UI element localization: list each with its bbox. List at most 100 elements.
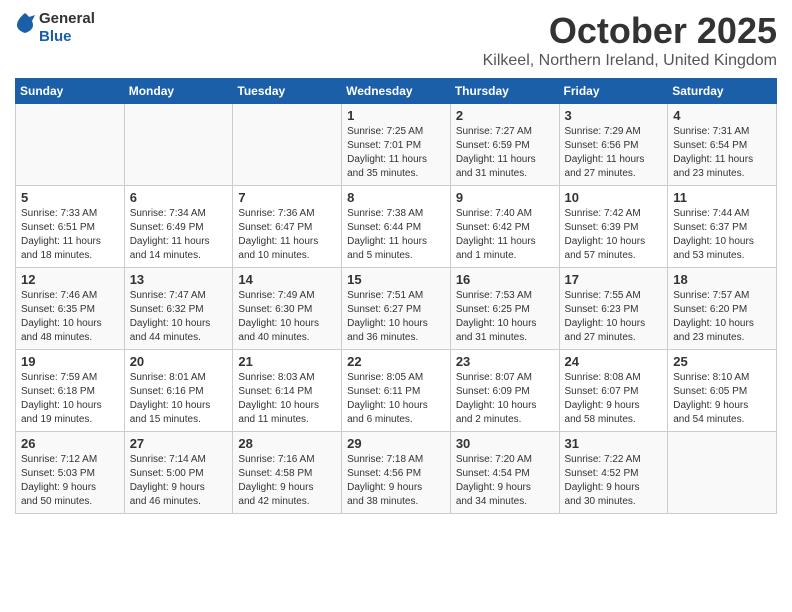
day-info: Sunrise: 8:05 AM Sunset: 6:11 PM Dayligh… — [347, 371, 445, 427]
calendar-cell: 11 Sunrise: 7:44 AM Sunset: 6:37 PM Dayli… — [668, 186, 777, 268]
calendar-cell: 28Sunrise: 7:16 AM Sunset: 4:58 PM Dayli… — [233, 432, 342, 514]
page-container: General Blue October 2025 Kilkeel, North… — [0, 0, 792, 524]
calendar-week-0: 1Sunrise: 7:25 AM Sunset: 7:01 PM Daylig… — [16, 104, 777, 186]
calendar-cell: 17 Sunrise: 7:55 AM Sunset: 6:23 PM Dayli… — [559, 268, 668, 350]
calendar-cell — [233, 104, 342, 186]
calendar-cell: 9 Sunrise: 7:40 AM Sunset: 6:42 PM Daylig… — [450, 186, 559, 268]
calendar-week-3: 19Sunrise: 7:59 AM Sunset: 6:18 PM Dayli… — [16, 350, 777, 432]
day-number: 23 — [456, 354, 554, 369]
day-info: Sunrise: 7:14 AM Sunset: 5:00 PM Dayligh… — [130, 453, 228, 509]
calendar-week-1: 5 Sunrise: 7:33 AM Sunset: 6:51 PM Daylig… — [16, 186, 777, 268]
day-info: Sunrise: 7:18 AM Sunset: 4:56 PM Dayligh… — [347, 453, 445, 509]
day-number: 9 — [456, 190, 554, 205]
weekday-header-tuesday: Tuesday — [233, 79, 342, 104]
day-info: Sunrise: 7:27 AM Sunset: 6:59 PM Dayligh… — [456, 125, 554, 181]
day-number: 10 — [565, 190, 663, 205]
calendar-cell: 12Sunrise: 7:46 AM Sunset: 6:35 PM Dayli… — [16, 268, 125, 350]
title-area: October 2025 Kilkeel, Northern Ireland, … — [483, 10, 777, 70]
weekday-header-sunday: Sunday — [16, 79, 125, 104]
calendar-cell: 6Sunrise: 7:34 AM Sunset: 6:49 PM Daylig… — [124, 186, 233, 268]
day-number: 29 — [347, 436, 445, 451]
calendar-cell: 27 Sunrise: 7:14 AM Sunset: 5:00 PM Dayli… — [124, 432, 233, 514]
day-info: Sunrise: 7:53 AM Sunset: 6:25 PM Dayligh… — [456, 289, 554, 345]
calendar-body: 1Sunrise: 7:25 AM Sunset: 7:01 PM Daylig… — [16, 104, 777, 514]
day-info: Sunrise: 7:22 AM Sunset: 4:52 PM Dayligh… — [565, 453, 663, 509]
day-number: 20 — [130, 354, 228, 369]
day-number: 30 — [456, 436, 554, 451]
calendar-cell — [16, 104, 125, 186]
calendar-cell: 4 Sunrise: 7:31 AM Sunset: 6:54 PM Daylig… — [668, 104, 777, 186]
day-number: 17 — [565, 272, 663, 287]
weekday-header-wednesday: Wednesday — [342, 79, 451, 104]
calendar-cell: 10 Sunrise: 7:42 AM Sunset: 6:39 PM Dayli… — [559, 186, 668, 268]
day-number: 3 — [565, 108, 663, 123]
calendar-cell: 31 Sunrise: 7:22 AM Sunset: 4:52 PM Dayli… — [559, 432, 668, 514]
month-title: October 2025 — [483, 10, 777, 52]
calendar-cell — [124, 104, 233, 186]
logo-general: General — [39, 10, 95, 28]
header: General Blue October 2025 Kilkeel, North… — [15, 10, 777, 70]
day-info: Sunrise: 7:20 AM Sunset: 4:54 PM Dayligh… — [456, 453, 554, 509]
calendar-table: SundayMondayTuesdayWednesdayThursdayFrid… — [15, 78, 777, 514]
day-info: Sunrise: 7:33 AM Sunset: 6:51 PM Dayligh… — [21, 207, 119, 263]
calendar-cell: 26 Sunrise: 7:12 AM Sunset: 5:03 PM Dayli… — [16, 432, 125, 514]
calendar-cell: 15Sunrise: 7:51 AM Sunset: 6:27 PM Dayli… — [342, 268, 451, 350]
day-number: 16 — [456, 272, 554, 287]
day-info: Sunrise: 7:46 AM Sunset: 6:35 PM Dayligh… — [21, 289, 119, 345]
day-info: Sunrise: 7:31 AM Sunset: 6:54 PM Dayligh… — [673, 125, 771, 181]
calendar-cell: 14 Sunrise: 7:49 AM Sunset: 6:30 PM Dayli… — [233, 268, 342, 350]
day-number: 24 — [565, 354, 663, 369]
weekday-header-saturday: Saturday — [668, 79, 777, 104]
calendar-cell: 8 Sunrise: 7:38 AM Sunset: 6:44 PM Daylig… — [342, 186, 451, 268]
day-number: 8 — [347, 190, 445, 205]
day-info: Sunrise: 7:55 AM Sunset: 6:23 PM Dayligh… — [565, 289, 663, 345]
day-info: Sunrise: 7:12 AM Sunset: 5:03 PM Dayligh… — [21, 453, 119, 509]
weekday-header-row: SundayMondayTuesdayWednesdayThursdayFrid… — [16, 79, 777, 104]
day-info: Sunrise: 8:07 AM Sunset: 6:09 PM Dayligh… — [456, 371, 554, 427]
calendar-week-2: 12Sunrise: 7:46 AM Sunset: 6:35 PM Dayli… — [16, 268, 777, 350]
day-number: 11 — [673, 190, 771, 205]
calendar-cell — [668, 432, 777, 514]
day-info: Sunrise: 7:49 AM Sunset: 6:30 PM Dayligh… — [238, 289, 336, 345]
day-number: 19 — [21, 354, 119, 369]
day-info: Sunrise: 7:51 AM Sunset: 6:27 PM Dayligh… — [347, 289, 445, 345]
calendar-week-4: 26 Sunrise: 7:12 AM Sunset: 5:03 PM Dayli… — [16, 432, 777, 514]
calendar-cell: 5 Sunrise: 7:33 AM Sunset: 6:51 PM Daylig… — [16, 186, 125, 268]
day-info: Sunrise: 7:38 AM Sunset: 6:44 PM Dayligh… — [347, 207, 445, 263]
day-info: Sunrise: 7:40 AM Sunset: 6:42 PM Dayligh… — [456, 207, 554, 263]
calendar-cell: 22Sunrise: 8:05 AM Sunset: 6:11 PM Dayli… — [342, 350, 451, 432]
day-number: 5 — [21, 190, 119, 205]
calendar-cell: 18Sunrise: 7:57 AM Sunset: 6:20 PM Dayli… — [668, 268, 777, 350]
day-number: 14 — [238, 272, 336, 287]
calendar-cell: 1Sunrise: 7:25 AM Sunset: 7:01 PM Daylig… — [342, 104, 451, 186]
day-info: Sunrise: 8:01 AM Sunset: 6:16 PM Dayligh… — [130, 371, 228, 427]
calendar-cell: 20 Sunrise: 8:01 AM Sunset: 6:16 PM Dayli… — [124, 350, 233, 432]
day-info: Sunrise: 7:42 AM Sunset: 6:39 PM Dayligh… — [565, 207, 663, 263]
day-number: 26 — [21, 436, 119, 451]
location: Kilkeel, Northern Ireland, United Kingdo… — [483, 52, 777, 70]
calendar-cell: 2 Sunrise: 7:27 AM Sunset: 6:59 PM Daylig… — [450, 104, 559, 186]
weekday-header-thursday: Thursday — [450, 79, 559, 104]
day-number: 31 — [565, 436, 663, 451]
weekday-header-monday: Monday — [124, 79, 233, 104]
calendar-cell: 23 Sunrise: 8:07 AM Sunset: 6:09 PM Dayli… — [450, 350, 559, 432]
day-info: Sunrise: 7:34 AM Sunset: 6:49 PM Dayligh… — [130, 207, 228, 263]
day-info: Sunrise: 7:44 AM Sunset: 6:37 PM Dayligh… — [673, 207, 771, 263]
day-info: Sunrise: 8:03 AM Sunset: 6:14 PM Dayligh… — [238, 371, 336, 427]
day-number: 4 — [673, 108, 771, 123]
calendar-cell: 21 Sunrise: 8:03 AM Sunset: 6:14 PM Dayli… — [233, 350, 342, 432]
day-number: 7 — [238, 190, 336, 205]
calendar-cell: 7Sunrise: 7:36 AM Sunset: 6:47 PM Daylig… — [233, 186, 342, 268]
day-number: 2 — [456, 108, 554, 123]
calendar-cell: 16 Sunrise: 7:53 AM Sunset: 6:25 PM Dayli… — [450, 268, 559, 350]
day-info: Sunrise: 7:25 AM Sunset: 7:01 PM Dayligh… — [347, 125, 445, 181]
day-number: 21 — [238, 354, 336, 369]
day-info: Sunrise: 7:29 AM Sunset: 6:56 PM Dayligh… — [565, 125, 663, 181]
weekday-header-friday: Friday — [559, 79, 668, 104]
day-info: Sunrise: 8:08 AM Sunset: 6:07 PM Dayligh… — [565, 371, 663, 427]
logo-blue: Blue — [39, 28, 95, 46]
day-number: 13 — [130, 272, 228, 287]
day-info: Sunrise: 7:16 AM Sunset: 4:58 PM Dayligh… — [238, 453, 336, 509]
day-info: Sunrise: 7:47 AM Sunset: 6:32 PM Dayligh… — [130, 289, 228, 345]
day-number: 27 — [130, 436, 228, 451]
